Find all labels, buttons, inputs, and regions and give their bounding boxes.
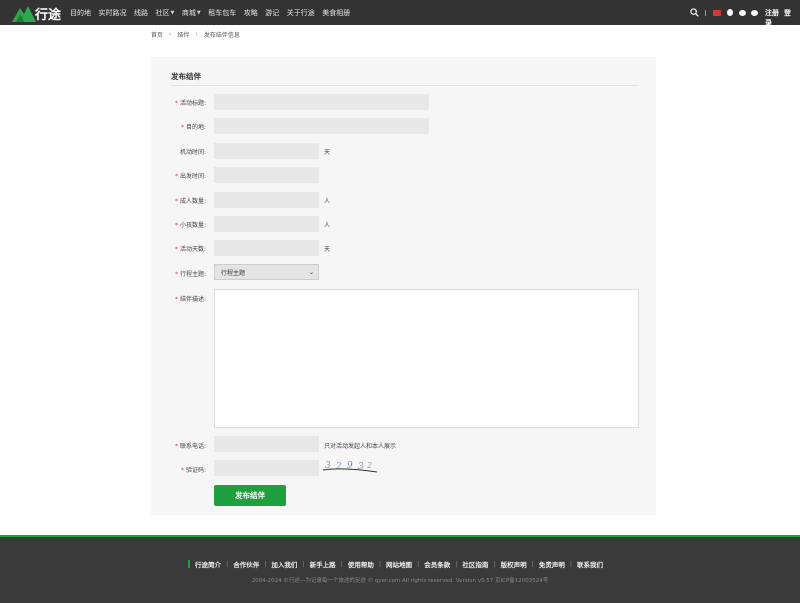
chevron-down-icon: ▼: [196, 9, 201, 16]
footer-link-about[interactable]: 行途简介: [195, 559, 221, 569]
main-nav: 目的地 实时路况 线路 社区 ▼ 商城 ▼ 租车包车 攻略 游记 关于行途 美食相册: [70, 0, 358, 25]
children-unit: 人: [324, 222, 331, 229]
breadcrumb: 首页 › 结伴 › 发布结伴信息: [151, 30, 240, 39]
wechat-icon[interactable]: [739, 10, 746, 16]
qq-icon[interactable]: [727, 9, 733, 16]
register-link[interactable]: 注册: [765, 9, 779, 17]
captcha-image[interactable]: 3 2 9 3 2: [323, 458, 379, 474]
breadcrumb-home[interactable]: 首页: [151, 30, 163, 39]
chevron-right-icon: ›: [169, 31, 172, 38]
chevron-right-icon: ›: [195, 31, 198, 38]
flex-time-input[interactable]: [214, 143, 319, 159]
nav-item-mall[interactable]: 商城 ▼: [182, 8, 201, 18]
breadcrumb-section[interactable]: 结伴: [177, 30, 189, 39]
nav-label: 关于行途: [286, 8, 315, 17]
nav-label: 线路: [134, 8, 148, 17]
search-icon[interactable]: [690, 8, 699, 17]
footer-link-help[interactable]: 使用帮助: [348, 559, 374, 569]
flex-time-label: 机动时间:: [179, 149, 206, 156]
activity-title-label: * 活动标题:: [174, 100, 206, 107]
children-input[interactable]: [214, 216, 319, 232]
description-textarea[interactable]: [214, 289, 639, 428]
phone-note: 只对活动发起人和本人展示: [324, 443, 397, 450]
accent-bar: [188, 560, 190, 568]
nav-item-routes[interactable]: 线路: [134, 8, 148, 18]
weibo-icon[interactable]: [751, 10, 758, 16]
breadcrumb-current: 发布结伴信息: [203, 32, 240, 39]
footer-link-contact[interactable]: 联系我们: [577, 559, 603, 569]
chevron-down-icon: ▼: [170, 9, 175, 16]
nav-item-travelogues[interactable]: 游记: [265, 8, 279, 18]
svg-text:2: 2: [366, 461, 372, 470]
flex-time-unit: 天: [324, 149, 331, 156]
days-input[interactable]: [214, 240, 319, 256]
nav-label: 实时路况: [98, 8, 127, 17]
weibo-badge-icon[interactable]: [713, 10, 721, 16]
submit-button[interactable]: 发布结伴: [214, 485, 286, 506]
nav-item-traffic[interactable]: 实时路况: [99, 8, 127, 18]
divider: [705, 10, 706, 16]
form-title: 发布结伴: [171, 72, 201, 81]
phone-input[interactable]: [214, 436, 319, 452]
logo-text: 行途: [35, 8, 62, 23]
auth-links: 注册 登录: [765, 8, 800, 28]
footer-link-sitemap[interactable]: 网站地图: [386, 559, 412, 569]
adults-label: * 成人数量:: [174, 198, 206, 205]
site-logo[interactable]: 行途: [12, 4, 62, 23]
departure-time-input[interactable]: [214, 167, 319, 183]
adults-unit: 人: [324, 198, 331, 205]
nav-item-about[interactable]: 关于行途: [287, 8, 315, 18]
nav-label: 游记: [265, 8, 280, 17]
svg-text:2: 2: [335, 462, 342, 472]
nav-label: 攻略: [243, 8, 258, 17]
theme-label: * 行程主题:: [174, 271, 206, 278]
footer-link-guidelines[interactable]: 社区指南: [462, 559, 488, 569]
divider: [171, 85, 638, 86]
days-unit: 天: [324, 246, 331, 253]
departure-time-label: * 出发时间:: [174, 173, 206, 180]
mountain-logo-icon: [12, 6, 36, 22]
site-footer: 行途简介 | 合作伙伴 | 加入我们 | 新手上路 | 使用帮助 | 网站地图 | 会员条款…: [0, 535, 800, 603]
nav-item-car-rental[interactable]: 租车包车: [208, 8, 236, 18]
adults-input[interactable]: [214, 192, 319, 208]
footer-links: 行途简介 | 合作伙伴 | 加入我们 | 新手上路 | 使用帮助 | 网站地图 | 会员条款…: [188, 559, 608, 569]
theme-select[interactable]: 行程主题 ⌄: [214, 264, 319, 280]
footer-link-terms[interactable]: 会员条款: [424, 559, 450, 569]
chevron-down-icon: ⌄: [308, 269, 314, 276]
nav-label: 租车包车: [208, 8, 237, 17]
nav-item-community[interactable]: 社区 ▼: [156, 8, 175, 18]
activity-title-input[interactable]: [214, 94, 429, 110]
publish-companion-form: 发布结伴 * 活动标题: * 目的地: 机动时间: 天 * 出发时间: * 成人数量: …: [151, 57, 656, 515]
top-navbar: 行途 目的地 实时路况 线路 社区 ▼ 商城 ▼ 租车包车 攻略 游记 关于行途 美…: [0, 0, 800, 28]
footer-link-disclaimer[interactable]: 免责声明: [539, 559, 565, 569]
footer-link-partners[interactable]: 合作伙伴: [233, 559, 259, 569]
footer-link-join[interactable]: 加入我们: [271, 559, 297, 569]
captcha-label: * 验证码:: [180, 467, 206, 474]
nav-label: 商城: [181, 8, 196, 17]
children-label: * 小孩数量:: [174, 222, 206, 229]
days-label: * 活动天数:: [174, 246, 206, 253]
nav-label: 美食相册: [322, 8, 351, 17]
destination-input[interactable]: [214, 118, 429, 134]
copyright-text: 2004-2024 ©行途—为记录每一个旅途的足迹 © qyer.com All…: [251, 578, 549, 584]
phone-label: * 联系电话:: [174, 443, 206, 450]
footer-link-copyright[interactable]: 版权声明: [501, 559, 527, 569]
nav-label: 目的地: [70, 8, 91, 17]
destination-label: * 目的地:: [180, 124, 206, 131]
nav-item-destination[interactable]: 目的地: [70, 8, 91, 18]
theme-select-value: 行程主题: [221, 269, 246, 277]
description-label: * 结伴描述:: [174, 296, 206, 303]
nav-item-food-album[interactable]: 美食相册: [322, 8, 350, 18]
footer-link-newbie[interactable]: 新手上路: [310, 559, 336, 569]
nav-item-guides[interactable]: 攻略: [244, 8, 258, 18]
captcha-input[interactable]: [214, 460, 319, 476]
nav-label: 社区: [155, 8, 170, 17]
